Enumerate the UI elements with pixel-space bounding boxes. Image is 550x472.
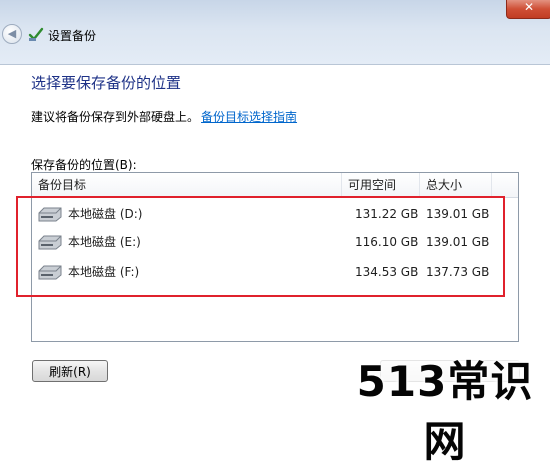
list-item[interactable]: 本地磁盘 (E:) 116.10 GB 139.01 GB [32,229,518,255]
refresh-button[interactable]: 刷新(R) [32,360,108,382]
drive-name: 本地磁盘 (D:) [68,207,143,221]
drive-name: 本地磁盘 (E:) [68,235,141,249]
close-button[interactable]: ✕ [506,0,550,19]
advice-label: 建议将备份保存到外部硬盘上。 [31,110,200,124]
hard-drive-icon [38,235,62,250]
advice-text: 建议将备份保存到外部硬盘上。 备份目标选择指南 [31,108,297,125]
list-item[interactable]: 本地磁盘 (D:) 131.22 GB 139.01 GB [32,201,518,227]
drive-name: 本地磁盘 (F:) [68,265,140,279]
column-header-total[interactable]: 总大小 [420,173,492,197]
window-title: 设置备份 [48,29,97,43]
backup-target-guide-link[interactable]: 备份目标选择指南 [201,110,297,124]
back-arrow-icon: ◀ [7,27,17,40]
drive-free-space: 116.10 GB [355,235,419,249]
drive-free-space: 131.22 GB [355,207,419,221]
page-heading: 选择要保存备份的位置 [31,74,182,92]
backup-location-label: 保存备份的位置(B): [31,158,137,172]
drive-total-size: 137.73 GB [426,265,490,279]
list-item[interactable]: 本地磁盘 (F:) 134.53 GB 137.73 GB [32,259,518,285]
back-button[interactable]: ◀ [2,24,22,44]
column-header-target[interactable]: 备份目标 [32,173,342,197]
column-header-free[interactable]: 可用空间 [342,173,420,197]
list-header: 备份目标 可用空间 总大小 [32,173,518,198]
hard-drive-icon [38,207,62,222]
drive-total-size: 139.01 GB [426,235,490,249]
backup-icon [28,27,44,41]
hard-drive-icon [38,265,62,280]
watermark: 513常识网 [340,352,550,466]
drive-total-size: 139.01 GB [426,207,490,221]
backup-location-list[interactable]: 备份目标 可用空间 总大小 本地磁盘 (D:) 131.22 GB 139.01… [31,172,519,342]
drive-free-space: 134.53 GB [355,265,419,279]
